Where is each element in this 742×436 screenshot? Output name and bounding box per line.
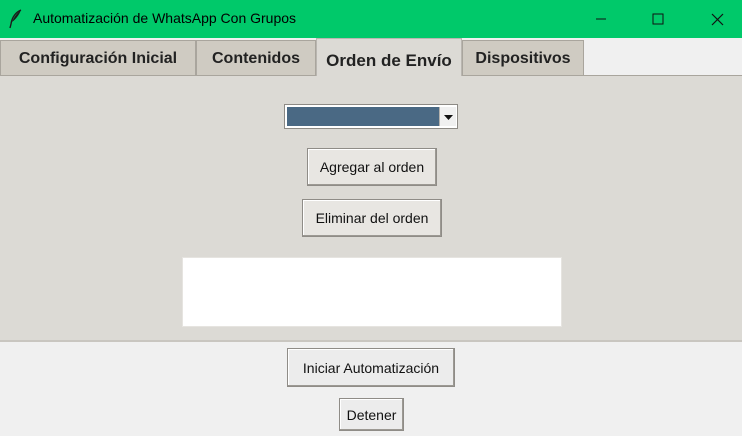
- start-automation-button[interactable]: Iniciar Automatización: [287, 348, 455, 387]
- title-bar: Automatización de WhatsApp Con Grupos: [0, 0, 742, 38]
- close-icon: [711, 13, 724, 26]
- group-select[interactable]: [284, 104, 458, 129]
- tab-dispositivos[interactable]: Dispositivos: [462, 40, 584, 76]
- remove-from-order-button[interactable]: Eliminar del orden: [302, 199, 442, 237]
- tab-bar: Configuración Inicial Contenidos Orden d…: [0, 38, 742, 76]
- add-to-order-button[interactable]: Agregar al orden: [307, 148, 437, 186]
- minimize-icon: [595, 13, 607, 25]
- tab-orden-de-envio[interactable]: Orden de Envío: [316, 38, 462, 76]
- maximize-button[interactable]: [635, 0, 681, 38]
- stop-button[interactable]: Detener: [339, 398, 404, 431]
- close-button[interactable]: [694, 0, 740, 38]
- dropdown-button[interactable]: [439, 107, 456, 126]
- minimize-button[interactable]: [578, 0, 624, 38]
- group-select-value: [287, 107, 439, 126]
- panel-divider: [0, 340, 742, 342]
- order-listbox[interactable]: [182, 257, 562, 327]
- feather-icon: [8, 9, 24, 29]
- tab-contenidos[interactable]: Contenidos: [196, 40, 316, 76]
- tab-configuracion-inicial[interactable]: Configuración Inicial: [0, 40, 196, 76]
- maximize-icon: [652, 13, 664, 25]
- window-title: Automatización de WhatsApp Con Grupos: [33, 10, 297, 26]
- chevron-down-icon: [443, 108, 453, 126]
